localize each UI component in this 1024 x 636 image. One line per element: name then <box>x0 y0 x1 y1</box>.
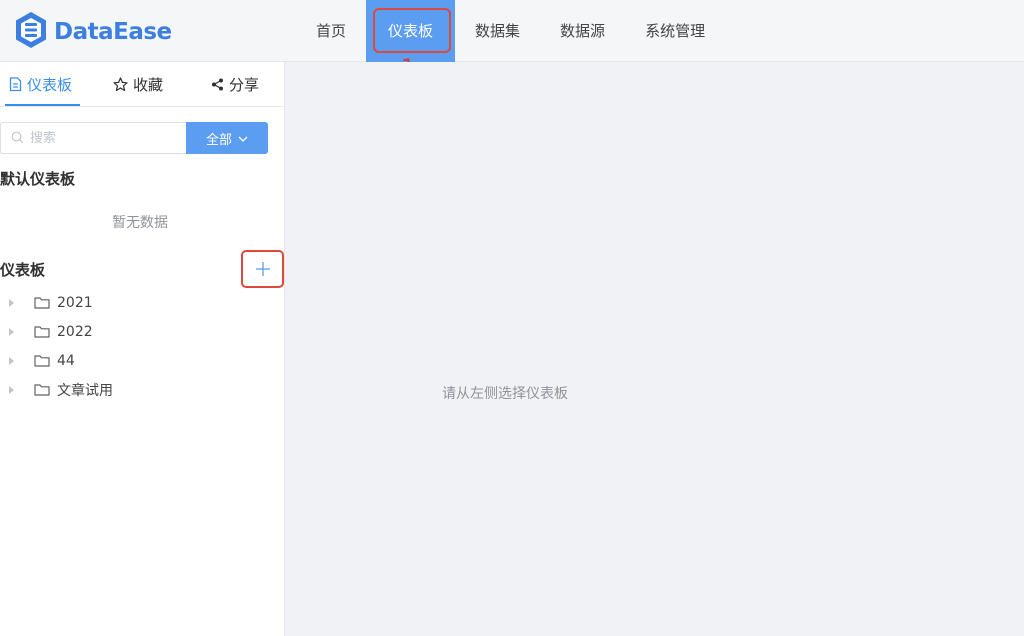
empty-state-text: 暂无数据 <box>112 215 168 231</box>
tree-item[interactable]: 2021 <box>0 288 284 317</box>
tab-dashboard-label: 仪表板 <box>27 75 73 94</box>
tab-share[interactable]: 分享 <box>211 62 259 107</box>
logo-text: DataEase <box>54 19 172 45</box>
nav-item-datasource[interactable]: 数据源 <box>540 0 625 62</box>
caret-right-icon[interactable] <box>9 356 14 365</box>
tab-share-label: 分享 <box>229 75 260 94</box>
nav-item-system[interactable]: 系统管理 <box>625 0 725 62</box>
dashboard-section-title: 仪表板 <box>0 261 46 279</box>
default-dashboard-title: 默认仪表板 <box>0 170 76 188</box>
sidebar-tabs: 仪表板 收藏 分享 <box>0 62 285 107</box>
search-icon <box>11 129 24 148</box>
tree-item-label: 44 <box>57 352 75 369</box>
nav-item-dataset[interactable]: 数据集 <box>455 0 540 62</box>
star-icon <box>113 77 128 92</box>
active-tab-indicator <box>5 104 80 106</box>
logo[interactable]: DataEase <box>14 11 172 53</box>
tab-favorites[interactable]: 收藏 <box>113 62 163 107</box>
dataease-logo-icon <box>14 11 48 53</box>
tab-dashboard[interactable]: 仪表板 <box>9 62 72 107</box>
tree-item[interactable]: 44 <box>0 346 284 375</box>
share-icon <box>211 78 224 91</box>
filter-label: 全部 <box>205 132 232 148</box>
chevron-down-icon <box>238 132 248 145</box>
main-nav: 首页 仪表板 数据集 数据源 系统管理 <box>296 0 725 62</box>
tree-item[interactable]: 2022 <box>0 317 284 346</box>
folder-icon <box>34 354 50 367</box>
search-box <box>0 122 187 154</box>
sidebar: 仪表板 收藏 分享 全部 默认仪表板 暂无数据 仪表板 <box>0 62 285 636</box>
nav-item-home[interactable]: 首页 <box>296 0 366 62</box>
tab-favorites-label: 收藏 <box>133 75 164 94</box>
plus-icon <box>255 257 270 282</box>
folder-icon <box>34 296 50 309</box>
highlight-box <box>373 8 452 53</box>
search-input[interactable] <box>30 130 170 146</box>
main-empty-text: 请从左侧选择仪表板 <box>442 386 568 402</box>
caret-right-icon[interactable] <box>9 298 14 307</box>
filter-dropdown[interactable]: 全部 <box>186 122 268 154</box>
main-panel: 请从左侧选择仪表板 <box>286 62 1024 636</box>
nav-item-dashboard[interactable]: 仪表板 <box>366 0 456 62</box>
folder-icon <box>34 325 50 338</box>
document-icon <box>9 77 22 92</box>
top-navbar: DataEase 首页 仪表板 数据集 数据源 系统管理 <box>0 0 1024 62</box>
tree-item-label: 2021 <box>57 294 93 311</box>
tree-item-label: 2022 <box>57 323 93 340</box>
caret-right-icon[interactable] <box>9 327 14 336</box>
add-dashboard-button[interactable] <box>241 250 284 288</box>
